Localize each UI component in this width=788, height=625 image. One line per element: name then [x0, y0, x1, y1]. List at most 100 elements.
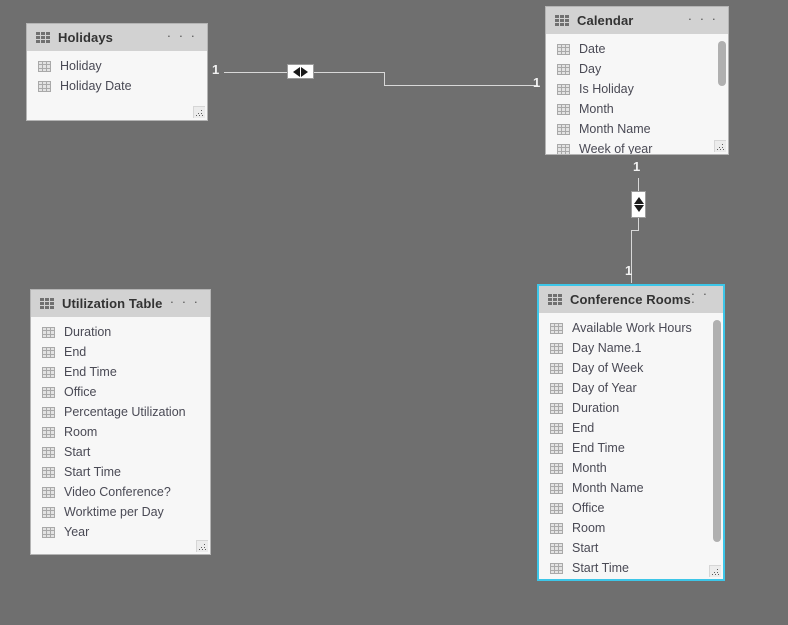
scrollbar-thumb[interactable] — [718, 41, 726, 86]
field-row[interactable]: Holiday Date — [27, 76, 207, 96]
column-field-icon — [550, 502, 563, 514]
field-label: Office — [572, 501, 605, 515]
field-list: Available Work Hours Day Name.1 Day of Wee… — [539, 318, 723, 579]
field-row[interactable]: Start Time — [31, 462, 210, 482]
column-field-icon — [42, 446, 55, 458]
vertical-scrollbar[interactable] — [718, 37, 726, 151]
bidirectional-horizontal-icon[interactable] — [287, 64, 314, 79]
model-diagram-canvas[interactable]: 1 1 1 1 Holidays · · · Holiday Holiday Date… — [0, 0, 788, 625]
field-label: Start Time — [572, 561, 629, 575]
relationship-line-segment[interactable] — [638, 218, 639, 230]
table-menu-button[interactable]: · · · — [688, 12, 718, 27]
column-field-icon — [42, 526, 55, 538]
field-row[interactable]: Week of year — [546, 139, 728, 154]
field-row[interactable]: End Time — [31, 362, 210, 382]
field-row[interactable]: Worktime per Day — [31, 502, 210, 522]
field-row[interactable]: Day of Week — [539, 358, 723, 378]
scrollbar-thumb[interactable] — [713, 320, 721, 542]
field-label: Start — [64, 445, 91, 459]
field-row[interactable]: Month Name — [546, 119, 728, 139]
table-menu-button[interactable]: · · · — [167, 29, 197, 44]
column-field-icon — [557, 63, 570, 75]
relationship-line-segment[interactable] — [384, 72, 385, 85]
field-row[interactable]: Day of Year — [539, 378, 723, 398]
field-row[interactable]: Is Holiday — [546, 79, 728, 99]
table-field-list-holidays[interactable]: Holiday Holiday Date — [27, 51, 207, 120]
field-label: Room — [64, 425, 98, 439]
table-menu-button[interactable]: · · · — [691, 287, 713, 310]
field-row[interactable]: Available Work Hours — [539, 318, 723, 338]
field-label: Duration — [64, 325, 112, 339]
cardinality-label-top: 1 — [633, 159, 641, 174]
field-row[interactable]: Office — [31, 382, 210, 402]
field-label: Room — [572, 521, 606, 535]
field-row[interactable]: Room — [539, 518, 723, 538]
table-field-list-conference-rooms[interactable]: Available Work Hours Day Name.1 Day of Wee… — [539, 313, 723, 579]
field-label: End — [572, 421, 595, 435]
table-field-list-calendar[interactable]: Date Day Is Holiday Month Month Name Week of … — [546, 34, 728, 154]
field-row[interactable]: End — [31, 342, 210, 362]
field-row[interactable]: Year — [31, 522, 210, 542]
field-row[interactable]: Month Name — [539, 478, 723, 498]
table-card-conference-rooms[interactable]: Conference Rooms · · · Available Work Hour… — [537, 284, 725, 581]
column-field-icon — [42, 406, 55, 418]
field-row[interactable]: Percentage Utilization — [31, 402, 210, 422]
table-card-holidays[interactable]: Holidays · · · Holiday Holiday Date — [26, 23, 208, 121]
field-label: Day — [579, 62, 602, 76]
field-row[interactable]: Duration — [539, 398, 723, 418]
arrow-up-icon — [633, 197, 644, 204]
table-field-list-utilization-table[interactable]: Duration End End Time Office Percentage Util… — [31, 317, 210, 554]
resize-handle[interactable] — [714, 140, 726, 152]
resize-handle[interactable] — [709, 565, 721, 577]
column-field-icon — [550, 462, 563, 474]
field-row[interactable]: Office — [539, 498, 723, 518]
field-label: Month Name — [572, 481, 644, 495]
field-row[interactable]: Room — [31, 422, 210, 442]
field-row[interactable]: End — [539, 418, 723, 438]
relationship-line-segment[interactable] — [638, 178, 639, 191]
field-row[interactable] — [539, 578, 723, 579]
bidirectional-vertical-icon[interactable] — [631, 191, 646, 218]
field-label: Date — [579, 42, 606, 56]
table-header-holidays[interactable]: Holidays · · · — [27, 24, 207, 51]
column-field-icon — [42, 426, 55, 438]
relationship-line-segment[interactable] — [631, 230, 639, 231]
table-header-conference-rooms[interactable]: Conference Rooms · · · — [539, 286, 723, 313]
field-row[interactable]: Date — [546, 39, 728, 59]
field-row[interactable]: Start Time — [539, 558, 723, 578]
column-field-icon — [557, 123, 570, 135]
table-card-utilization-table[interactable]: Utilization Table · · · Duration End End Tim… — [30, 289, 211, 555]
column-field-icon — [42, 326, 55, 338]
table-card-calendar[interactable]: Calendar · · · Date Day Is Holiday Month Month… — [545, 6, 729, 155]
column-field-icon — [550, 382, 563, 394]
field-label: Month — [572, 461, 607, 475]
column-field-icon — [550, 482, 563, 494]
arrow-right-icon — [301, 66, 308, 77]
field-row[interactable]: Holiday — [27, 56, 207, 76]
field-row[interactable]: Duration — [31, 322, 210, 342]
field-label: Is Holiday — [579, 82, 634, 96]
vertical-scrollbar[interactable] — [713, 316, 721, 576]
relationship-line-segment[interactable] — [384, 85, 538, 86]
field-label: Office — [64, 385, 97, 399]
field-row[interactable]: End Time — [539, 438, 723, 458]
cardinality-label-right: 1 — [533, 75, 541, 90]
field-row[interactable]: Day — [546, 59, 728, 79]
table-header-utilization-table[interactable]: Utilization Table · · · — [31, 290, 210, 317]
table-menu-button[interactable]: · · · — [170, 295, 200, 310]
field-label: Duration — [572, 401, 620, 415]
field-label: Month Name — [579, 122, 651, 136]
field-row[interactable]: Start — [539, 538, 723, 558]
field-row[interactable]: Start — [31, 442, 210, 462]
field-row[interactable]: Day Name.1 — [539, 338, 723, 358]
column-field-icon — [550, 522, 563, 534]
resize-handle[interactable] — [193, 106, 205, 118]
field-label: Day of Year — [572, 381, 637, 395]
field-row[interactable]: Video Conference? — [31, 482, 210, 502]
table-header-calendar[interactable]: Calendar · · · — [546, 7, 728, 34]
field-label: Year — [64, 525, 90, 539]
field-row[interactable]: Month — [539, 458, 723, 478]
field-row[interactable]: Month — [546, 99, 728, 119]
resize-handle[interactable] — [196, 540, 208, 552]
column-field-icon — [557, 83, 570, 95]
